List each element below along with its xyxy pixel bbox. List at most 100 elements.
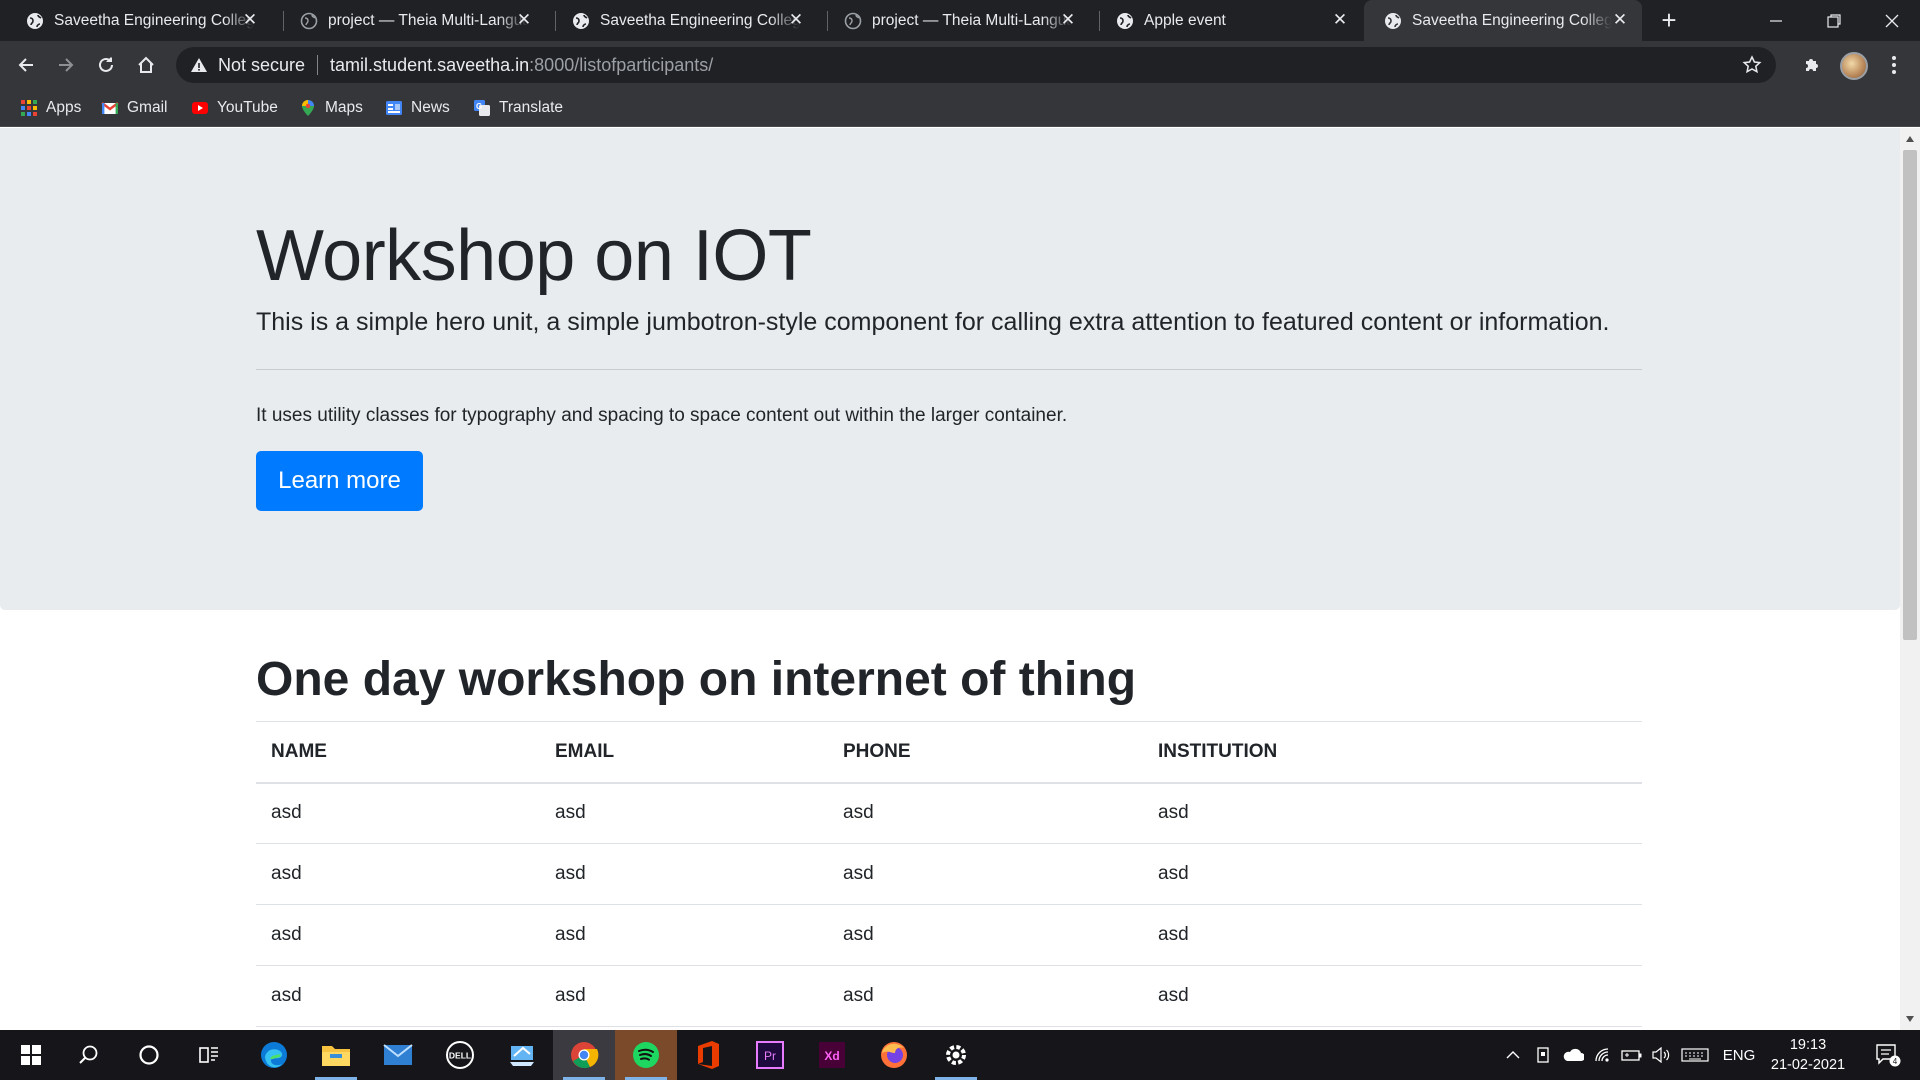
bookmark-maps[interactable]: Maps bbox=[299, 98, 363, 118]
premiere-pro-icon: Pr bbox=[756, 1041, 784, 1069]
jumbotron-lead: This is a simple hero unit, a simple jum… bbox=[256, 308, 1610, 336]
participants-table: NAME EMAIL PHONE INSTITUTION asd asd asd… bbox=[256, 721, 1642, 1027]
tray-device-icon[interactable] bbox=[1530, 1030, 1556, 1080]
learn-more-button[interactable]: Learn more bbox=[256, 451, 423, 511]
folder-icon bbox=[322, 1046, 350, 1066]
search-button[interactable] bbox=[58, 1030, 120, 1080]
taskbar-adobe-xd[interactable]: Xd bbox=[801, 1030, 863, 1080]
bookmark-translate[interactable]: G Translate bbox=[473, 98, 563, 118]
url-host: tamil.student.saveetha.in bbox=[330, 54, 530, 75]
action-center-button[interactable]: 4 bbox=[1866, 1030, 1910, 1080]
vertical-scrollbar[interactable] bbox=[1900, 128, 1920, 1030]
bookmark-youtube[interactable]: YouTube bbox=[191, 98, 278, 118]
jumbotron: Workshop on IOT This is a simple hero un… bbox=[0, 128, 1900, 610]
column-header-institution: INSTITUTION bbox=[1143, 721, 1642, 784]
table-row: asd asd asd asd bbox=[256, 904, 1642, 966]
close-window-button[interactable] bbox=[1864, 0, 1920, 41]
tab-saveetha-2[interactable]: Saveetha Engineering College ✕ bbox=[546, 0, 818, 41]
forward-button[interactable] bbox=[52, 51, 80, 79]
tray-clock[interactable]: 19:13 21-02-2021 bbox=[1760, 1035, 1856, 1075]
cortana-button[interactable] bbox=[118, 1030, 180, 1080]
taskbar-remote-desktop[interactable] bbox=[491, 1030, 553, 1080]
tab-apple-event[interactable]: Apple event ✕ bbox=[1090, 0, 1362, 41]
table-header-row: NAME EMAIL PHONE INSTITUTION bbox=[256, 721, 1642, 784]
office-icon bbox=[698, 1041, 719, 1069]
extensions-button[interactable] bbox=[1798, 51, 1826, 79]
bookmark-apps[interactable]: Apps bbox=[20, 98, 81, 118]
bookmark-star-icon[interactable] bbox=[1742, 55, 1762, 75]
browser-toolbar: Not secure tamil.student.saveetha.in:800… bbox=[0, 41, 1920, 89]
minimize-button[interactable] bbox=[1748, 0, 1804, 41]
adobe-xd-icon: Xd bbox=[819, 1042, 845, 1068]
tab-theia-1[interactable]: project — Theia Multi-Language ✕ bbox=[274, 0, 546, 41]
profile-avatar[interactable] bbox=[1840, 52, 1868, 80]
remote-desktop-icon bbox=[510, 1046, 534, 1066]
taskbar-dell[interactable]: DELL bbox=[429, 1030, 491, 1080]
address-bar[interactable]: Not secure tamil.student.saveetha.in:800… bbox=[176, 47, 1776, 83]
tray-volume[interactable] bbox=[1648, 1030, 1674, 1080]
bookmark-gmail[interactable]: Gmail bbox=[101, 98, 167, 118]
taskbar-spotify[interactable] bbox=[615, 1030, 677, 1080]
taskbar-mail[interactable] bbox=[367, 1030, 429, 1080]
reload-button[interactable] bbox=[92, 51, 120, 79]
close-tab-icon[interactable]: ✕ bbox=[516, 11, 532, 28]
start-button[interactable] bbox=[0, 1030, 62, 1080]
tray-battery[interactable] bbox=[1618, 1030, 1646, 1080]
tray-keyboard[interactable] bbox=[1678, 1030, 1712, 1080]
security-label[interactable]: Not secure bbox=[218, 55, 305, 76]
globe-icon bbox=[1117, 12, 1133, 29]
svg-text:Pr: Pr bbox=[764, 1049, 776, 1063]
tray-wifi[interactable] bbox=[1590, 1030, 1616, 1080]
tab-theia-2[interactable]: project — Theia Multi-Language ✕ bbox=[818, 0, 1090, 41]
tab-strip: Saveetha Engineering College ✕ project —… bbox=[0, 0, 1920, 41]
new-tab-button[interactable]: + bbox=[1656, 7, 1682, 34]
tray-onedrive[interactable] bbox=[1558, 1030, 1588, 1080]
reload-icon bbox=[99, 57, 113, 72]
table-row: asd asd asd asd bbox=[256, 782, 1642, 844]
show-hidden-icons[interactable] bbox=[1500, 1030, 1526, 1080]
svg-text:DELL: DELL bbox=[449, 1051, 471, 1061]
cell-name: asd bbox=[256, 965, 540, 1027]
taskbar-settings[interactable] bbox=[925, 1030, 987, 1080]
cell-email: asd bbox=[540, 965, 828, 1027]
tray-language[interactable]: ENG bbox=[1716, 1030, 1762, 1080]
mail-icon bbox=[383, 1044, 413, 1065]
menu-button[interactable] bbox=[1880, 51, 1908, 79]
globe-icon bbox=[300, 12, 318, 29]
taskbar-chrome[interactable] bbox=[553, 1030, 615, 1080]
scrollbar-thumb[interactable] bbox=[1903, 150, 1917, 640]
scroll-down-icon[interactable] bbox=[1906, 1016, 1914, 1022]
taskbar-office[interactable] bbox=[677, 1030, 739, 1080]
battery-icon bbox=[1621, 1050, 1642, 1061]
taskbar-file-explorer[interactable] bbox=[305, 1030, 367, 1080]
column-header-phone: PHONE bbox=[828, 721, 1143, 784]
restore-button[interactable] bbox=[1806, 0, 1862, 41]
home-icon bbox=[138, 56, 154, 73]
close-tab-icon[interactable]: ✕ bbox=[1612, 11, 1628, 28]
close-tab-icon[interactable]: ✕ bbox=[1332, 11, 1348, 28]
wifi-icon bbox=[1595, 1048, 1609, 1062]
back-button[interactable] bbox=[12, 51, 40, 79]
minimize-icon bbox=[1770, 19, 1782, 22]
home-button[interactable] bbox=[132, 51, 160, 79]
task-view-button[interactable] bbox=[178, 1030, 240, 1080]
taskbar-edge[interactable] bbox=[243, 1030, 305, 1080]
column-header-email: EMAIL bbox=[540, 721, 828, 784]
scroll-up-icon[interactable] bbox=[1906, 136, 1914, 142]
warning-icon bbox=[191, 58, 207, 72]
page-content: Workshop on IOT This is a simple hero un… bbox=[0, 128, 1900, 1030]
cell-email: asd bbox=[540, 782, 828, 844]
windows-icon bbox=[21, 1045, 41, 1065]
cell-institution: asd bbox=[1143, 904, 1642, 966]
close-tab-icon[interactable]: ✕ bbox=[788, 11, 804, 28]
bookmarks-bar: Apps Gmail YouTube Maps News G Translate bbox=[0, 89, 1920, 127]
close-tab-icon[interactable]: ✕ bbox=[242, 11, 258, 28]
section-title: One day workshop on internet of thing bbox=[256, 653, 1137, 706]
globe-icon bbox=[1385, 12, 1401, 29]
close-tab-icon[interactable]: ✕ bbox=[1060, 11, 1076, 28]
taskbar-firefox[interactable] bbox=[863, 1030, 925, 1080]
bookmark-news[interactable]: News bbox=[385, 98, 450, 118]
tab-saveetha-1[interactable]: Saveetha Engineering College ✕ bbox=[0, 0, 272, 41]
tab-saveetha-active[interactable]: Saveetha Engineering College ✕ bbox=[1364, 0, 1642, 41]
taskbar-premiere-pro[interactable]: Pr bbox=[739, 1030, 801, 1080]
